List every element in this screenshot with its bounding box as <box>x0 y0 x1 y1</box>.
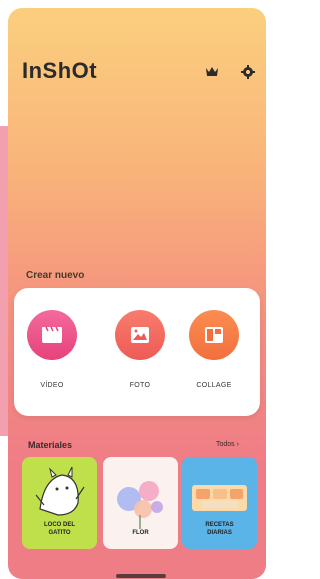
material-card-cat[interactable]: LOCO DEL GATITO <box>22 457 97 549</box>
gear-icon[interactable] <box>240 64 256 80</box>
materials-title: Materiales <box>28 440 73 450</box>
video-label: VÍDEO <box>40 382 64 389</box>
material-label: LOCO DEL GATITO <box>44 522 75 536</box>
crown-icon[interactable] <box>204 64 220 80</box>
material-card-flower[interactable]: FLOR <box>103 457 178 549</box>
see-all-link[interactable]: Todos › <box>216 441 239 448</box>
collage-icon <box>189 310 239 360</box>
photo-label: FOTO <box>129 382 151 389</box>
photo-icon <box>115 310 165 360</box>
app-home-screen: InShOt Crear nuevo VÍDEO FOTO COLLAGE Ma… <box>8 8 266 579</box>
material-card-recipes[interactable]: RECETAS DIARIAS <box>182 457 257 549</box>
video-button[interactable]: VÍDEO <box>22 310 82 389</box>
home-indicator[interactable] <box>116 574 166 578</box>
material-label: FLOR <box>132 530 149 536</box>
collage-button[interactable]: COLLAGE <box>184 310 244 389</box>
create-new-card: VÍDEO FOTO COLLAGE <box>14 288 260 416</box>
collage-label: COLLAGE <box>196 382 232 389</box>
app-logo: InShOt <box>22 58 98 83</box>
material-label: RECETAS DIARIAS <box>205 522 234 536</box>
create-new-title: Crear nuevo <box>26 270 85 281</box>
photo-button[interactable]: FOTO <box>110 310 170 389</box>
video-clapper-icon <box>27 310 77 360</box>
